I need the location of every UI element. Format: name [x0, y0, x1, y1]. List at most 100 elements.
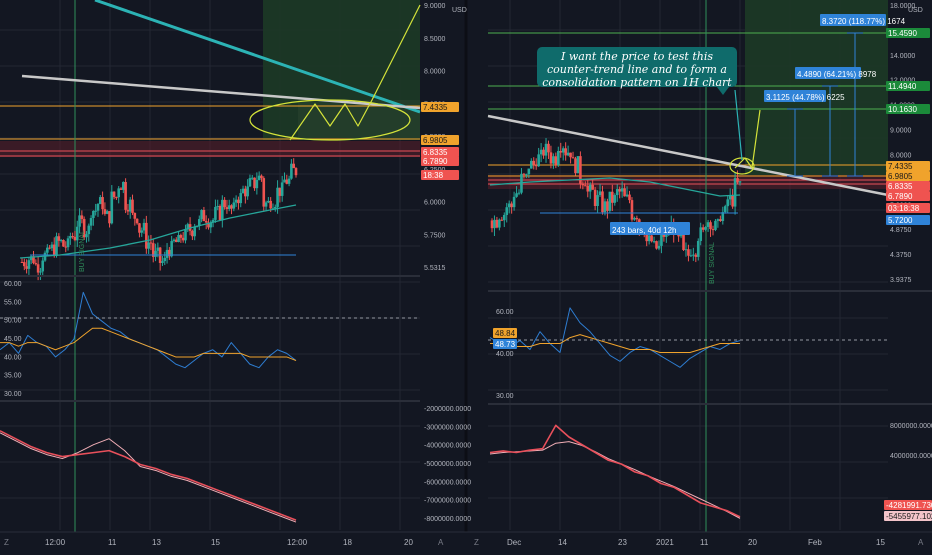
candle-body: [493, 219, 496, 229]
candle-body: [241, 188, 245, 194]
candle-body: [566, 152, 570, 156]
price-tag: 15.4590: [888, 29, 917, 38]
candle-body: [507, 203, 511, 208]
candle-body: [59, 240, 63, 242]
candle-body: [112, 191, 116, 198]
rsi-tick: 60.00: [496, 309, 514, 316]
candle-body: [216, 206, 220, 208]
time-tick: 2021: [656, 538, 674, 547]
candle-body: [264, 202, 268, 207]
candle-body: [723, 206, 727, 213]
candle-body: [574, 158, 577, 174]
candle-body: [495, 219, 499, 228]
candle-body: [253, 177, 256, 189]
rsi-tick: 30.00: [496, 393, 514, 400]
candle-body: [124, 181, 127, 210]
chart-canvas[interactable]: BUY SIGNAL BUY SIGNAL 3.1125 (44.78%) 6225…: [0, 0, 932, 550]
auto-scale-icon: A: [918, 538, 924, 547]
candle-body: [133, 212, 137, 219]
price-tick: 5.7500: [424, 232, 446, 239]
resistance-zone: [0, 141, 420, 157]
candle-body: [598, 191, 602, 196]
chart-workspace[interactable]: BUY SIGNAL BUY SIGNAL 3.1125 (44.78%) 6225…: [0, 0, 932, 550]
candle-body: [234, 199, 238, 203]
price-tick: 4.8750: [890, 227, 912, 234]
price-tag: 11.4940: [888, 82, 917, 91]
candle-body: [244, 188, 247, 197]
obv-tick: -5000000.0000: [424, 461, 471, 468]
rsi-tag: 48.73: [495, 340, 516, 349]
currency-label: USD: [908, 7, 923, 14]
currency-label: USD: [452, 7, 467, 14]
time-tick: 20: [748, 538, 757, 547]
candle-body: [292, 163, 295, 169]
candle-body: [69, 236, 72, 239]
candle-body: [581, 183, 585, 186]
price-tag: 5.7200: [888, 216, 913, 225]
candle-body: [52, 244, 56, 256]
candle-body: [556, 151, 560, 165]
candle-body: [110, 191, 114, 224]
candle-body: [280, 182, 284, 196]
candle-body: [262, 178, 266, 207]
candle-body: [596, 195, 599, 207]
rsi-tick: 55.00: [4, 299, 22, 306]
price-tag: 10.1630: [888, 105, 917, 114]
candle-body: [260, 175, 263, 179]
time-tick: 14: [558, 538, 567, 547]
candle-body: [221, 199, 224, 220]
candle-body: [128, 199, 132, 212]
price-tag: 18:38: [423, 171, 444, 180]
candle-body: [98, 197, 102, 205]
price-tag: 6.9805: [888, 172, 913, 181]
candle-body: [225, 207, 229, 210]
candle-body: [135, 218, 139, 224]
candle-body: [248, 178, 252, 187]
candle-body: [561, 148, 565, 153]
candle-body: [177, 235, 180, 243]
measure-label: 8.3720 (118.77%) 1674: [822, 17, 906, 26]
price-tick: 6.0000: [424, 200, 446, 207]
candle-body: [628, 194, 631, 201]
candle-body: [191, 230, 194, 237]
candle-body: [716, 219, 720, 221]
range-label: 243 bars, 40d 12h: [612, 226, 677, 235]
candle-body: [517, 192, 521, 194]
price-tick: 8.0000: [424, 69, 446, 76]
candle-body: [502, 214, 506, 221]
target-zone: [745, 0, 888, 175]
candle-body: [611, 191, 614, 203]
rsi-tick: 40.00: [4, 354, 22, 361]
candle-body: [505, 207, 509, 215]
candle-body: [140, 230, 144, 233]
candle-body: [105, 211, 109, 214]
candle-body: [34, 263, 38, 265]
candle-body: [223, 199, 226, 208]
candle-body: [633, 217, 636, 220]
candle-body: [276, 187, 279, 207]
candle-body: [569, 152, 572, 158]
candle-body: [542, 149, 545, 156]
rsi-tick: 40.00: [496, 351, 514, 358]
candle-body: [57, 236, 61, 241]
timezone-icon: Z: [4, 538, 9, 547]
candle-body: [218, 206, 222, 220]
candle-body: [613, 195, 617, 203]
candle-body: [294, 168, 298, 176]
obv-tick: -6000000.0000: [424, 479, 471, 486]
candle-body: [154, 250, 157, 257]
candle-body: [257, 175, 261, 180]
signal-label: BUY SIGNAL: [709, 242, 716, 284]
candle-body: [39, 271, 42, 273]
candle-body: [287, 178, 291, 184]
candle-body: [87, 225, 91, 235]
candle-body: [55, 236, 58, 256]
candle-body: [588, 184, 592, 192]
candle-body: [290, 163, 293, 179]
timezone-icon: Z: [474, 538, 479, 547]
candle-body: [184, 229, 187, 241]
annotation-callout[interactable]: I want the price to test this counter-tr…: [537, 47, 737, 95]
candle-body: [273, 206, 277, 209]
candle-body: [687, 249, 690, 256]
candle-body: [682, 234, 685, 251]
